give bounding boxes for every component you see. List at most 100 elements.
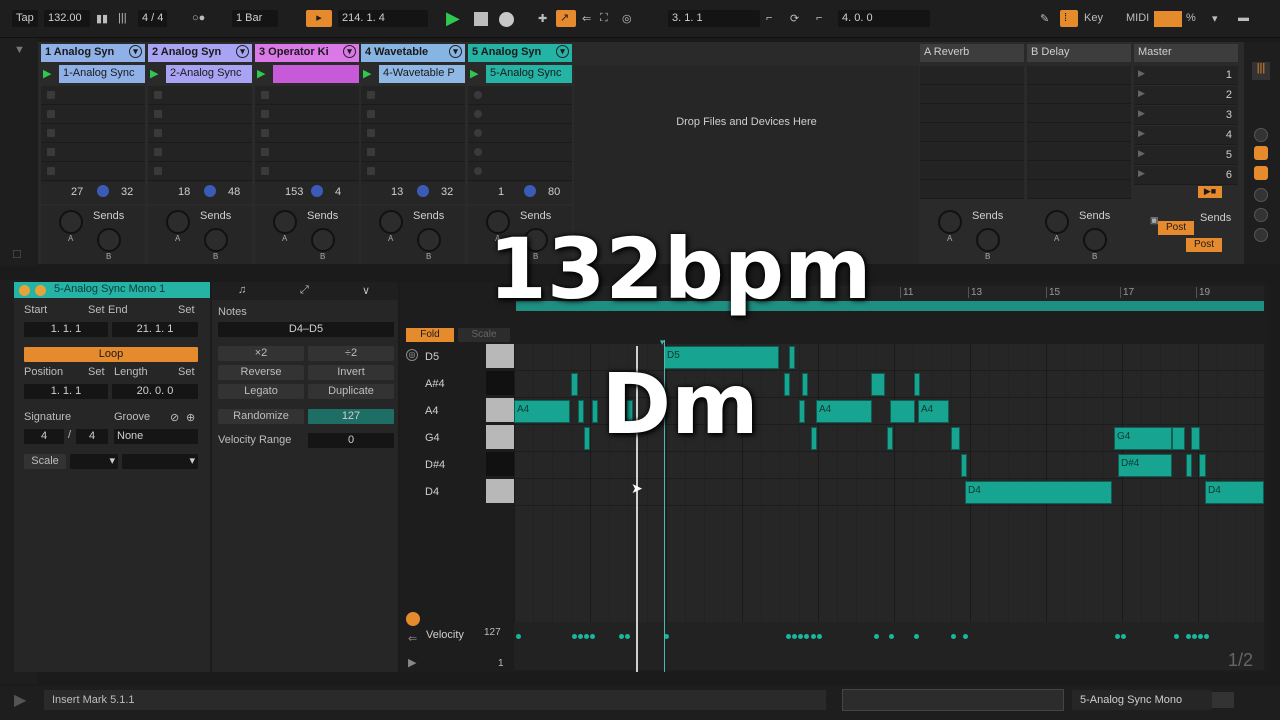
halve-button[interactable]: ÷2 (308, 346, 394, 361)
velocity-marker[interactable] (590, 634, 595, 639)
scene-slot[interactable]: ▶ 2 (1134, 86, 1238, 105)
track-header-3[interactable]: 3 Operator Ki ▾ (255, 44, 359, 62)
scene-launch-icon[interactable]: ▶ (1138, 68, 1145, 79)
empty-slot[interactable] (468, 143, 572, 162)
velocity-marker[interactable] (1186, 634, 1191, 639)
midi-note[interactable]: D4 (965, 481, 1112, 504)
metronome-icon[interactable]: ▮▮ (96, 12, 108, 25)
midi-note[interactable] (951, 427, 960, 450)
velocity-marker[interactable] (584, 634, 589, 639)
empty-slot[interactable] (255, 162, 359, 181)
piano-key[interactable] (486, 479, 514, 503)
midi-note[interactable] (890, 400, 915, 423)
midi-note[interactable]: D4 (1205, 481, 1264, 504)
send-a-knob[interactable] (938, 210, 962, 234)
menu-icon[interactable]: ▬ (1238, 12, 1249, 24)
scene-launch-icon[interactable]: ▶ (1138, 168, 1145, 179)
chevron-down-icon[interactable]: ▾ (236, 45, 249, 58)
velocity-marker[interactable] (516, 634, 521, 639)
nudge-icon[interactable]: ||| (118, 12, 127, 24)
empty-slot[interactable] (361, 105, 465, 124)
scene-slot[interactable]: ▶ 6 (1134, 166, 1238, 185)
empty-slot[interactable] (255, 124, 359, 143)
piano-key-row[interactable]: D4 (425, 479, 515, 505)
automation-arm-icon[interactable]: ↗ (556, 10, 576, 27)
empty-slot[interactable] (41, 105, 145, 124)
play-icon[interactable]: ▶ (446, 8, 460, 29)
status-play-icon[interactable]: ▶ (14, 690, 26, 710)
clip-launch-icon[interactable]: ▶ (470, 67, 482, 81)
sends-toggle-icon[interactable] (1254, 146, 1268, 160)
empty-slot[interactable] (468, 86, 572, 105)
legato-button[interactable]: Legato (218, 384, 304, 399)
velocity-marker[interactable] (1192, 634, 1197, 639)
send-b-knob[interactable] (976, 228, 1000, 252)
velocity-expand-icon[interactable]: ⇐ (408, 632, 417, 645)
velocity-marker[interactable] (951, 634, 956, 639)
groove-commit-icon[interactable]: ⊕ (186, 411, 195, 424)
end-field[interactable]: 21. 1. 1 (112, 322, 198, 337)
scene-slot[interactable]: ▶ 5 (1134, 146, 1238, 165)
scale-name-select[interactable]: ▾ (122, 454, 198, 469)
velocity-marker[interactable] (619, 634, 624, 639)
velocity-lane[interactable] (514, 622, 1264, 670)
send-b-knob[interactable] (311, 228, 335, 252)
send-a-knob[interactable] (273, 210, 297, 234)
midi-note[interactable] (887, 427, 893, 450)
velocity-marker[interactable] (1204, 634, 1209, 639)
chevron-down-icon[interactable]: ▾ (449, 45, 462, 58)
clip-slot-5[interactable]: 5-Analog Sync (486, 65, 572, 83)
empty-slot[interactable] (361, 124, 465, 143)
scene-launch-icon[interactable]: ▶ (1138, 108, 1145, 119)
empty-slot[interactable] (361, 86, 465, 105)
clip-launch-icon[interactable]: ▶ (363, 67, 375, 81)
crossfader-icon[interactable] (1254, 228, 1268, 242)
piano-key[interactable] (486, 371, 514, 395)
record-icon[interactable] (499, 12, 514, 27)
piano-key-row[interactable]: G4 (425, 425, 515, 451)
velocity-marker[interactable] (625, 634, 630, 639)
scene-slot[interactable]: ▶ 1 (1134, 66, 1238, 85)
empty-slot[interactable] (148, 86, 252, 105)
midi-note[interactable] (1191, 427, 1200, 450)
draw-mode-icon[interactable]: ✎ (1040, 12, 1049, 25)
preview-icon[interactable]: ◎ (406, 349, 418, 361)
invert-button[interactable]: Invert (308, 365, 394, 380)
piano-key[interactable] (486, 452, 514, 476)
randomize-button[interactable]: Randomize (218, 409, 304, 424)
scene-slot[interactable]: ▶ 3 (1134, 106, 1238, 125)
randomize-amount[interactable]: 127 (308, 409, 394, 424)
velocity-marker[interactable] (811, 634, 816, 639)
start-field[interactable]: 1. 1. 1 (24, 322, 108, 337)
duplicate-button[interactable]: Duplicate (308, 384, 394, 399)
velocity-marker[interactable] (798, 634, 803, 639)
follow-icon[interactable]: ○● (192, 12, 205, 24)
velocity-lane-toggle-icon[interactable] (406, 612, 420, 626)
send-b-knob[interactable] (1083, 228, 1107, 252)
velocity-marker[interactable] (1198, 634, 1203, 639)
empty-slot[interactable] (255, 86, 359, 105)
velocity-marker[interactable] (874, 634, 879, 639)
track-header-1[interactable]: 1 Analog Syn ▾ (41, 44, 145, 62)
velocity-marker[interactable] (889, 634, 894, 639)
arrangement-record-icon[interactable]: ▸ (306, 10, 332, 27)
length-field[interactable]: 20. 0. 0 (112, 384, 198, 399)
capture-icon[interactable]: ⛶ (600, 12, 608, 25)
midi-note[interactable] (1199, 454, 1206, 477)
midi-note[interactable] (871, 373, 885, 396)
clip-slot-2[interactable]: 2-Analog Sync (166, 65, 252, 83)
loop-start-field[interactable]: 3. 1. 1 (668, 10, 760, 27)
track-header-4[interactable]: 4 Wavetable ▾ (361, 44, 465, 62)
double-button[interactable]: ×2 (218, 346, 304, 361)
midi-note[interactable]: A4 (816, 400, 872, 423)
loop-button[interactable]: Loop (24, 347, 198, 362)
send-a-knob[interactable] (166, 210, 190, 234)
signature-field[interactable]: 4 / 4 (138, 10, 168, 27)
send-b-knob[interactable] (417, 228, 441, 252)
velocity-marker[interactable] (1121, 634, 1126, 639)
master-post-button-2[interactable]: Post (1186, 238, 1222, 252)
mpe-tab-icon[interactable]: ∨ (362, 284, 370, 297)
empty-slot[interactable] (148, 162, 252, 181)
groove-select[interactable]: None (114, 429, 198, 444)
envelopes-tab-icon[interactable]: ⤢ (300, 284, 309, 297)
